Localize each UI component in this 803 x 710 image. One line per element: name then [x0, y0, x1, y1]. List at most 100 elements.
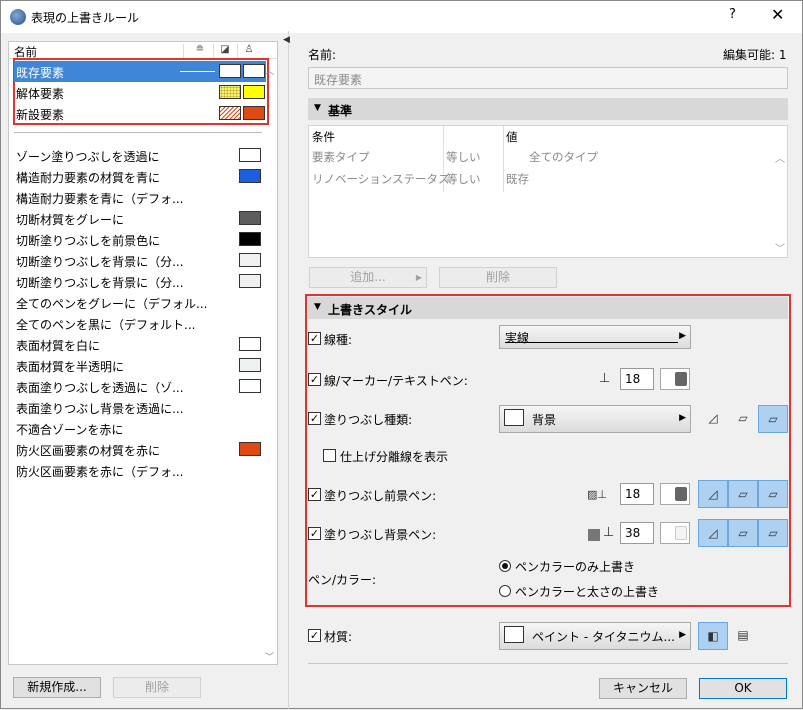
close-button[interactable]: ✕	[771, 5, 784, 24]
list-item[interactable]: ゾーン塗りつぶしを透過に	[14, 145, 266, 166]
value-cell[interactable]: 既存	[506, 171, 529, 187]
fill-type-value: 背景	[532, 413, 557, 427]
list-item[interactable]: 切断塗りつぶしを前景色に	[14, 229, 266, 250]
add-criteria-label: 追加...	[350, 270, 386, 284]
collapse-icon: ▼	[314, 302, 321, 312]
list-item[interactable]: 解体要素	[14, 82, 266, 103]
cover-fill-icon[interactable]: ▱	[728, 405, 758, 433]
condition-cell[interactable]: リノベーションステータス	[312, 171, 450, 187]
fill-fg-pen-checkbox[interactable]: ✓	[308, 488, 321, 501]
list-item[interactable]: 表面材質を半透明に	[14, 355, 266, 376]
delete-criteria-button[interactable]: 削除	[439, 267, 557, 288]
new-rule-button[interactable]: 新規作成...	[13, 677, 101, 698]
surface-fill-icon[interactable]: ▱	[758, 480, 788, 508]
list-item-label: 新設要素	[16, 108, 65, 122]
column-divider	[503, 126, 504, 192]
condition-cell[interactable]: 要素タイプ	[312, 149, 370, 165]
scroll-down-icon[interactable]: ﹀	[265, 650, 274, 663]
list-item-label: 防火区画要素の材質を赤に	[16, 444, 161, 458]
material-checkbox[interactable]: ✓	[308, 629, 321, 642]
title-bar: 表現の上書きルール ? ✕	[1, 1, 802, 33]
list-item[interactable]: 不適合ゾーンを赤に	[14, 418, 266, 439]
cover-fill-icon[interactable]: ▱	[728, 480, 758, 508]
fill-fg-pen-number[interactable]: 18	[620, 483, 654, 505]
cut-fill-icon[interactable]: ◿	[698, 405, 728, 433]
column-divider	[237, 44, 238, 58]
criteria-section-header[interactable]: ▼ 基準	[308, 98, 788, 120]
swatch	[239, 148, 261, 162]
swatch	[239, 169, 261, 183]
scroll-up-icon[interactable]: ︿	[265, 64, 274, 77]
fill-bg-pen-label: 塗りつぶし背景ペン:	[324, 528, 437, 542]
fill-type-checkbox[interactable]: ✓	[308, 412, 321, 425]
value-cell[interactable]: 全てのタイプ	[529, 149, 598, 165]
scroll-up-icon[interactable]: ︿	[775, 150, 785, 165]
help-button[interactable]: ?	[729, 7, 736, 22]
surface-fill-icon[interactable]: ▱	[758, 519, 788, 547]
background-pen-icon	[588, 529, 600, 541]
cancel-button[interactable]: キャンセル	[599, 678, 687, 699]
add-criteria-button[interactable]: 追加... ▶	[309, 267, 427, 288]
material-label: 材質:	[324, 630, 353, 644]
radio-color-weight[interactable]	[499, 585, 511, 597]
list-item[interactable]: 既存要素	[14, 61, 266, 82]
cover-fill-icon[interactable]: ▱	[728, 519, 758, 547]
fill-bg-pen-number[interactable]: 38	[620, 522, 654, 544]
ok-button[interactable]: OK	[699, 678, 787, 699]
swatch	[239, 379, 261, 393]
fill-type-dropdown[interactable]: 背景 ▶	[499, 405, 691, 433]
arrow-right-icon: ▶	[679, 413, 686, 423]
fill-fg-pen-color-button[interactable]	[660, 483, 690, 505]
line-pen-checkbox[interactable]: ✓	[308, 373, 321, 386]
pen-weight-icon: ⊥	[599, 371, 611, 386]
surface-fill-icon[interactable]: ▱	[758, 405, 788, 433]
material-cut-icon[interactable]: ◧	[698, 622, 728, 650]
line-type-checkbox[interactable]: ✓	[308, 332, 321, 345]
fill-bg-pen-color-button[interactable]	[660, 522, 690, 544]
name-field[interactable]: 既存要素	[308, 67, 788, 89]
window-title: 表現の上書きルール	[31, 11, 140, 25]
cut-fill-icon[interactable]: ◿	[698, 480, 728, 508]
swatch	[239, 211, 261, 225]
line-swatch	[180, 71, 215, 72]
fill-swatch	[219, 106, 241, 120]
cut-fill-icon[interactable]: ◿	[698, 519, 728, 547]
pane-splitter[interactable]	[288, 31, 289, 710]
operator-cell[interactable]: 等しい	[446, 171, 481, 187]
list-item-label: 解体要素	[16, 87, 65, 101]
line-type-dropdown[interactable]: 実線 ▶	[499, 325, 691, 349]
list-item[interactable]: 切断材質をグレーに	[14, 208, 266, 229]
fill-bg-pen-checkbox[interactable]: ✓	[308, 527, 321, 540]
radio-color-only[interactable]	[499, 560, 511, 572]
list-item[interactable]: 構造耐力要素を青に（デフォ...	[14, 187, 266, 208]
list-item-label: 切断塗りつぶしを前景色に	[16, 234, 161, 248]
delete-rule-button[interactable]: 削除	[113, 677, 201, 698]
list-item[interactable]: 表面塗りつぶし背景を透過に...	[14, 397, 266, 418]
list-item[interactable]: 切断塗りつぶしを背景に（分...	[14, 271, 266, 292]
style-section-header[interactable]: ▼ 上書きスタイル	[308, 297, 788, 319]
list-item-label: 切断塗りつぶしを背景に（分...	[16, 255, 184, 269]
footer-divider	[308, 663, 788, 664]
show-separator-checkbox[interactable]	[323, 449, 336, 462]
material-dropdown[interactable]: ペイント - タイタニウム... ▶	[499, 622, 691, 650]
collapse-left-icon[interactable]: ◀	[283, 35, 290, 45]
line-pen-number[interactable]: 18	[620, 368, 654, 390]
list-item-label: 全てのペンを黒に（デフォルト...	[16, 318, 196, 332]
operator-cell[interactable]: 等しい	[446, 149, 481, 165]
rule-list-panel: 名前 ≘ ◪ ♙ 既存要素 解体要素 新設要素 ゾーン塗りつぶしを透過に 構造耐…	[8, 41, 278, 665]
list-item[interactable]: 防火区画要素を赤に（デフォ...	[14, 460, 266, 481]
scroll-down-icon[interactable]: ﹀	[775, 240, 785, 255]
pen-color-swatch	[675, 487, 687, 501]
line-pen-color-button[interactable]	[660, 368, 690, 390]
list-item[interactable]: 防火区画要素の材質を赤に	[14, 439, 266, 460]
list-item[interactable]: 構造耐力要素の材質を青に	[14, 166, 266, 187]
material-surface-icon[interactable]: ▤	[728, 622, 758, 650]
list-item[interactable]: 表面塗りつぶしを透過に（ゾ...	[14, 376, 266, 397]
list-item[interactable]: 切断塗りつぶしを背景に（分...	[14, 250, 266, 271]
list-item[interactable]: 全てのペンを黒に（デフォルト...	[14, 313, 266, 334]
swatch	[239, 253, 261, 267]
list-item[interactable]: 全てのペンをグレーに（デフォル...	[14, 292, 266, 313]
list-item[interactable]: 表面材質を白に	[14, 334, 266, 355]
fill-swatch	[219, 85, 241, 99]
list-item[interactable]: 新設要素	[14, 103, 266, 124]
